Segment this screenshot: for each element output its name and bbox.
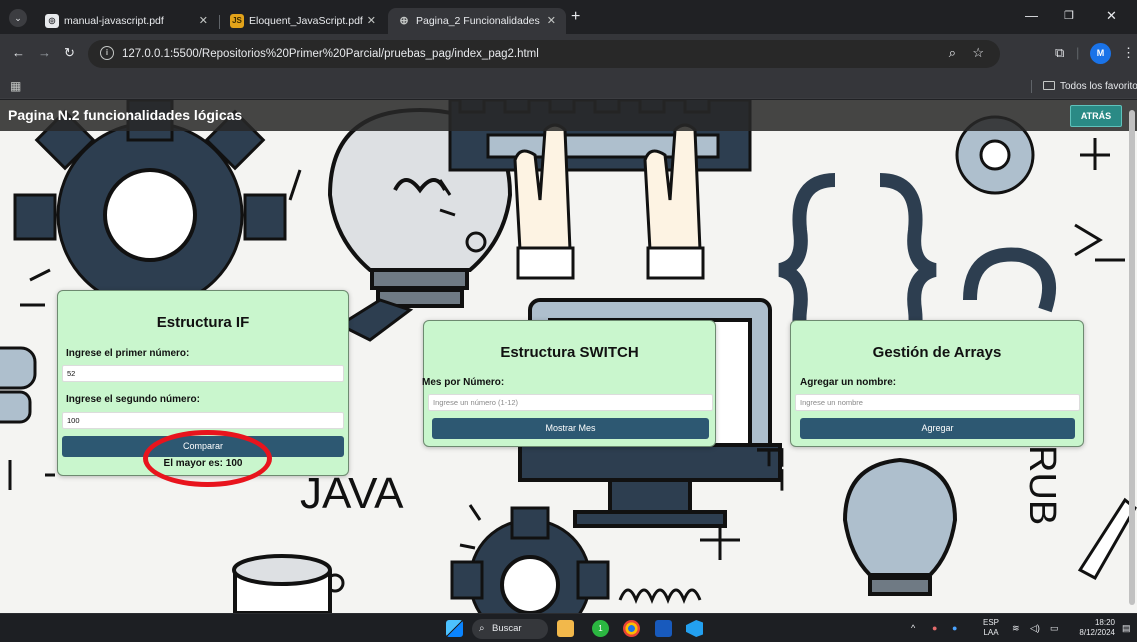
chrome-icon[interactable]: [623, 620, 640, 637]
tray-app-icon[interactable]: ●: [932, 614, 937, 642]
restore-icon[interactable]: ❐: [1064, 7, 1074, 25]
all-bookmarks-label: Todos los favoritos: [1060, 81, 1137, 92]
whatsapp-icon[interactable]: 1: [592, 620, 609, 637]
js-icon: JS: [230, 14, 244, 28]
system-clock[interactable]: 18:20 8/12/2024: [1075, 618, 1115, 638]
bottom-gear-hole: [500, 555, 560, 613]
language-variant: LAA: [983, 628, 999, 637]
windows-taskbar: ⌕ Buscar 1 ^ ● ● ESP LAA ≋ ◁) ▭ 18:20 8/…: [0, 613, 1137, 642]
pencil-doodle: [336, 298, 414, 342]
gear-hole: [103, 168, 197, 262]
tab-title: Eloquent_JavaScript.pdf: [249, 15, 363, 27]
tray-cloud-icon[interactable]: ●: [952, 614, 957, 642]
first-number-label: Ingrese el primer número:: [66, 348, 190, 359]
close-icon[interactable]: ✕: [367, 8, 376, 34]
site-info-icon[interactable]: i: [100, 46, 114, 60]
bookmark-star-icon[interactable]: ☆: [972, 45, 984, 61]
arrays-management-card: Gestión de Arrays Agregar un nombre: Ing…: [790, 320, 1084, 447]
ft-doodle-text: FT: [748, 445, 790, 491]
new-tab-button[interactable]: +: [571, 8, 580, 26]
back-arrow-icon[interactable]: ←: [12, 45, 25, 61]
tab-divider: [219, 15, 220, 29]
question-mark-doodle: [963, 247, 1056, 313]
tab-eloquent-javascript[interactable]: JS Eloquent_JavaScript.pdf ✕: [221, 8, 386, 34]
language-code: ESP: [983, 618, 1000, 627]
menu-kebab-icon[interactable]: ⋮: [1122, 44, 1135, 62]
url-text[interactable]: 127.0.0.1:5500/Repositorios%20Primer%20P…: [122, 40, 539, 68]
red-highlight-ellipse: [143, 430, 272, 487]
globe-icon: ⊕: [399, 15, 409, 27]
tab-title: Pagina_2 Funcionalidades Lógic: [416, 15, 542, 27]
first-number-input[interactable]: 52: [62, 365, 344, 382]
month-number-input[interactable]: Ingrese un número (1-12): [428, 394, 713, 411]
address-bar[interactable]: i 127.0.0.1:5500/Repositorios%20Primer%2…: [88, 40, 1000, 68]
month-number-label: Mes por Número:: [422, 377, 505, 388]
search-icon: ⌕: [479, 623, 485, 634]
minimize-icon[interactable]: —: [1025, 7, 1038, 25]
close-icon[interactable]: ✕: [199, 8, 208, 34]
taskbar-search-label: Buscar: [492, 623, 522, 634]
forward-arrow-icon[interactable]: →: [38, 45, 51, 61]
all-bookmarks-button[interactable]: Todos los favoritos: [1043, 74, 1137, 99]
page-scrollbar[interactable]: [1129, 110, 1135, 605]
pdf-icon: ◎: [45, 14, 59, 28]
taskbar-search[interactable]: ⌕ Buscar: [472, 619, 548, 639]
right-pencil-doodle: [1077, 497, 1137, 581]
battery-icon[interactable]: ▭: [1050, 614, 1059, 642]
language-indicator[interactable]: ESP LAA: [983, 618, 999, 638]
switch-card-title: Estructura SWITCH: [500, 344, 639, 361]
bookmarks-divider: [1031, 80, 1032, 93]
back-button[interactable]: ATRÁS: [1070, 105, 1122, 127]
java-doodle-text: JAVA: [300, 469, 404, 518]
toolbar-divider: |: [1076, 45, 1080, 60]
profile-avatar[interactable]: M: [1090, 43, 1111, 64]
notebook-spiral-doodle: [618, 588, 702, 605]
tab-manual-javascript[interactable]: ◎ manual-javascript.pdf ✕: [36, 8, 218, 34]
volume-icon[interactable]: ◁): [1030, 614, 1040, 642]
tray-chevron-icon[interactable]: ^: [911, 614, 915, 642]
page-viewport: JAVA FT RUB Pagina N.2 funcionalidades l…: [0, 100, 1137, 613]
speech-bubble-doodle: [0, 346, 37, 424]
clock-time: 18:20: [1094, 618, 1115, 627]
zoom-icon[interactable]: ⌕: [949, 45, 956, 61]
vscode-icon[interactable]: [686, 620, 703, 637]
tab-pagina-2[interactable]: ⊕ Pagina_2 Funcionalidades Lógic ✕: [388, 8, 566, 34]
add-name-input[interactable]: Ingrese un nombre: [795, 394, 1080, 411]
folder-icon: [1043, 81, 1055, 90]
add-button[interactable]: Agregar: [800, 418, 1075, 439]
extensions-icon[interactable]: ⧉: [1055, 44, 1064, 62]
browser-toolbar: ← → ↻ i 127.0.0.1:5500/Repositorios%20Pr…: [0, 34, 1137, 74]
tab-title: manual-javascript.pdf: [64, 15, 164, 27]
windows-start-icon[interactable]: [446, 620, 463, 637]
second-number-label: Ingrese el segundo número:: [66, 394, 200, 405]
database-doodle: [232, 554, 332, 613]
switch-structure-card: Estructura SWITCH Mes por Número: Ingres…: [422, 320, 716, 447]
show-month-button[interactable]: Mostrar Mes: [432, 418, 709, 439]
page-header: Pagina N.2 funcionalidades lógicas ATRÁS: [0, 100, 1137, 131]
clock-date: 8/12/2024: [1079, 628, 1115, 637]
second-number-input[interactable]: 100: [62, 412, 344, 429]
page-title: Pagina N.2 funcionalidades lógicas: [8, 107, 243, 123]
bottom-lightbulb-doodle: [842, 457, 958, 596]
tab-search-menu-button[interactable]: ⌄: [9, 9, 27, 27]
rub-doodle-text: RUB: [1021, 445, 1063, 525]
add-name-label: Agregar un nombre:: [800, 377, 897, 388]
wifi-icon[interactable]: ≋: [1012, 614, 1020, 642]
if-card-title: Estructura IF: [156, 314, 250, 331]
word-icon[interactable]: [655, 620, 672, 637]
bookmarks-bar: ▦ Todos los favoritos: [0, 74, 1137, 99]
close-icon[interactable]: ✕: [547, 8, 556, 34]
close-window-icon[interactable]: ✕: [1106, 7, 1117, 25]
reload-icon[interactable]: ↻: [64, 45, 75, 61]
file-explorer-icon[interactable]: [557, 620, 574, 637]
arrays-card-title: Gestión de Arrays: [872, 344, 1002, 361]
notifications-icon[interactable]: ▤: [1122, 614, 1131, 642]
apps-grid-icon[interactable]: ▦: [10, 79, 21, 93]
browser-tab-strip: ⌄ ◎ manual-javascript.pdf ✕ JS Eloquent_…: [0, 0, 1137, 34]
